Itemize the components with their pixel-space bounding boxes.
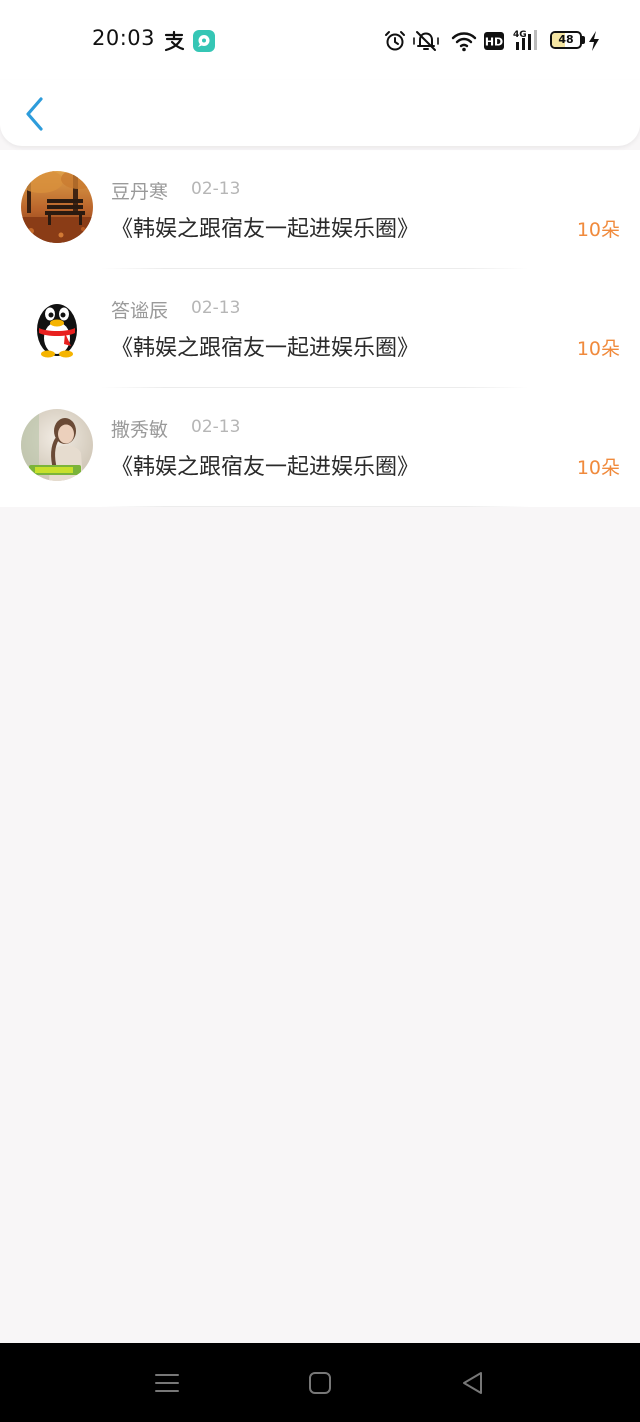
chat-app-icon — [193, 30, 215, 52]
alipay-icon — [164, 30, 185, 52]
menu-icon[interactable] — [151, 1367, 183, 1399]
flower-count: 10朵 — [576, 457, 620, 479]
header — [0, 80, 640, 146]
battery-tip — [582, 36, 585, 44]
wifi-icon — [451, 32, 477, 52]
alarm-icon — [385, 31, 405, 51]
4g-signal-icon: 4G — [513, 30, 537, 50]
silent-icon — [413, 31, 439, 51]
hd-icon: HD — [484, 32, 504, 50]
qq-penguin-avatar — [21, 290, 93, 362]
flower-count: 10朵 — [576, 219, 620, 241]
book-title: 《韩娱之跟宿友一起进娱乐圈》 — [111, 217, 420, 242]
home-icon[interactable] — [304, 1367, 336, 1399]
user-name: 答谧辰 — [111, 300, 169, 322]
avatar[interactable] — [21, 171, 93, 243]
item-date: 02-13 — [191, 179, 241, 199]
flower-count: 10朵 — [576, 338, 620, 360]
reward-list: 豆丹寒 02-13 《韩娱之跟宿友一起进娱乐圈》 10朵 答谧辰 02-13 《… — [0, 150, 640, 507]
user-name: 豆丹寒 — [111, 181, 169, 203]
user-name: 撒秀敏 — [111, 419, 169, 441]
back-triangle-icon[interactable] — [457, 1367, 489, 1399]
book-title: 《韩娱之跟宿友一起进娱乐圈》 — [111, 336, 420, 361]
book-title: 《韩娱之跟宿友一起进娱乐圈》 — [111, 455, 420, 480]
item-date: 02-13 — [191, 298, 241, 318]
list-item[interactable]: 豆丹寒 02-13 《韩娱之跟宿友一起进娱乐圈》 10朵 — [0, 150, 640, 269]
autumn-park-bench-avatar — [21, 171, 93, 243]
status-time: 20:03 — [92, 26, 156, 50]
battery-icon: 48 — [550, 31, 582, 49]
list-item[interactable]: 答谧辰 02-13 《韩娱之跟宿友一起进娱乐圈》 10朵 — [0, 269, 640, 388]
back-button[interactable] — [16, 94, 56, 134]
girl-photo-avatar — [21, 409, 93, 481]
item-date: 02-13 — [191, 417, 241, 437]
avatar[interactable] — [21, 290, 93, 362]
system-nav-bar — [0, 1343, 640, 1422]
charging-icon — [589, 31, 599, 51]
list-item[interactable]: 撒秀敏 02-13 《韩娱之跟宿友一起进娱乐圈》 10朵 — [0, 388, 640, 507]
avatar[interactable] — [21, 409, 93, 481]
divider — [101, 506, 529, 507]
svg-text:HD: HD — [485, 36, 503, 49]
status-bar: 20:03 HD 4G 48 — [0, 0, 640, 80]
chevron-left-icon — [26, 97, 43, 131]
battery-level: 48 — [558, 33, 574, 46]
